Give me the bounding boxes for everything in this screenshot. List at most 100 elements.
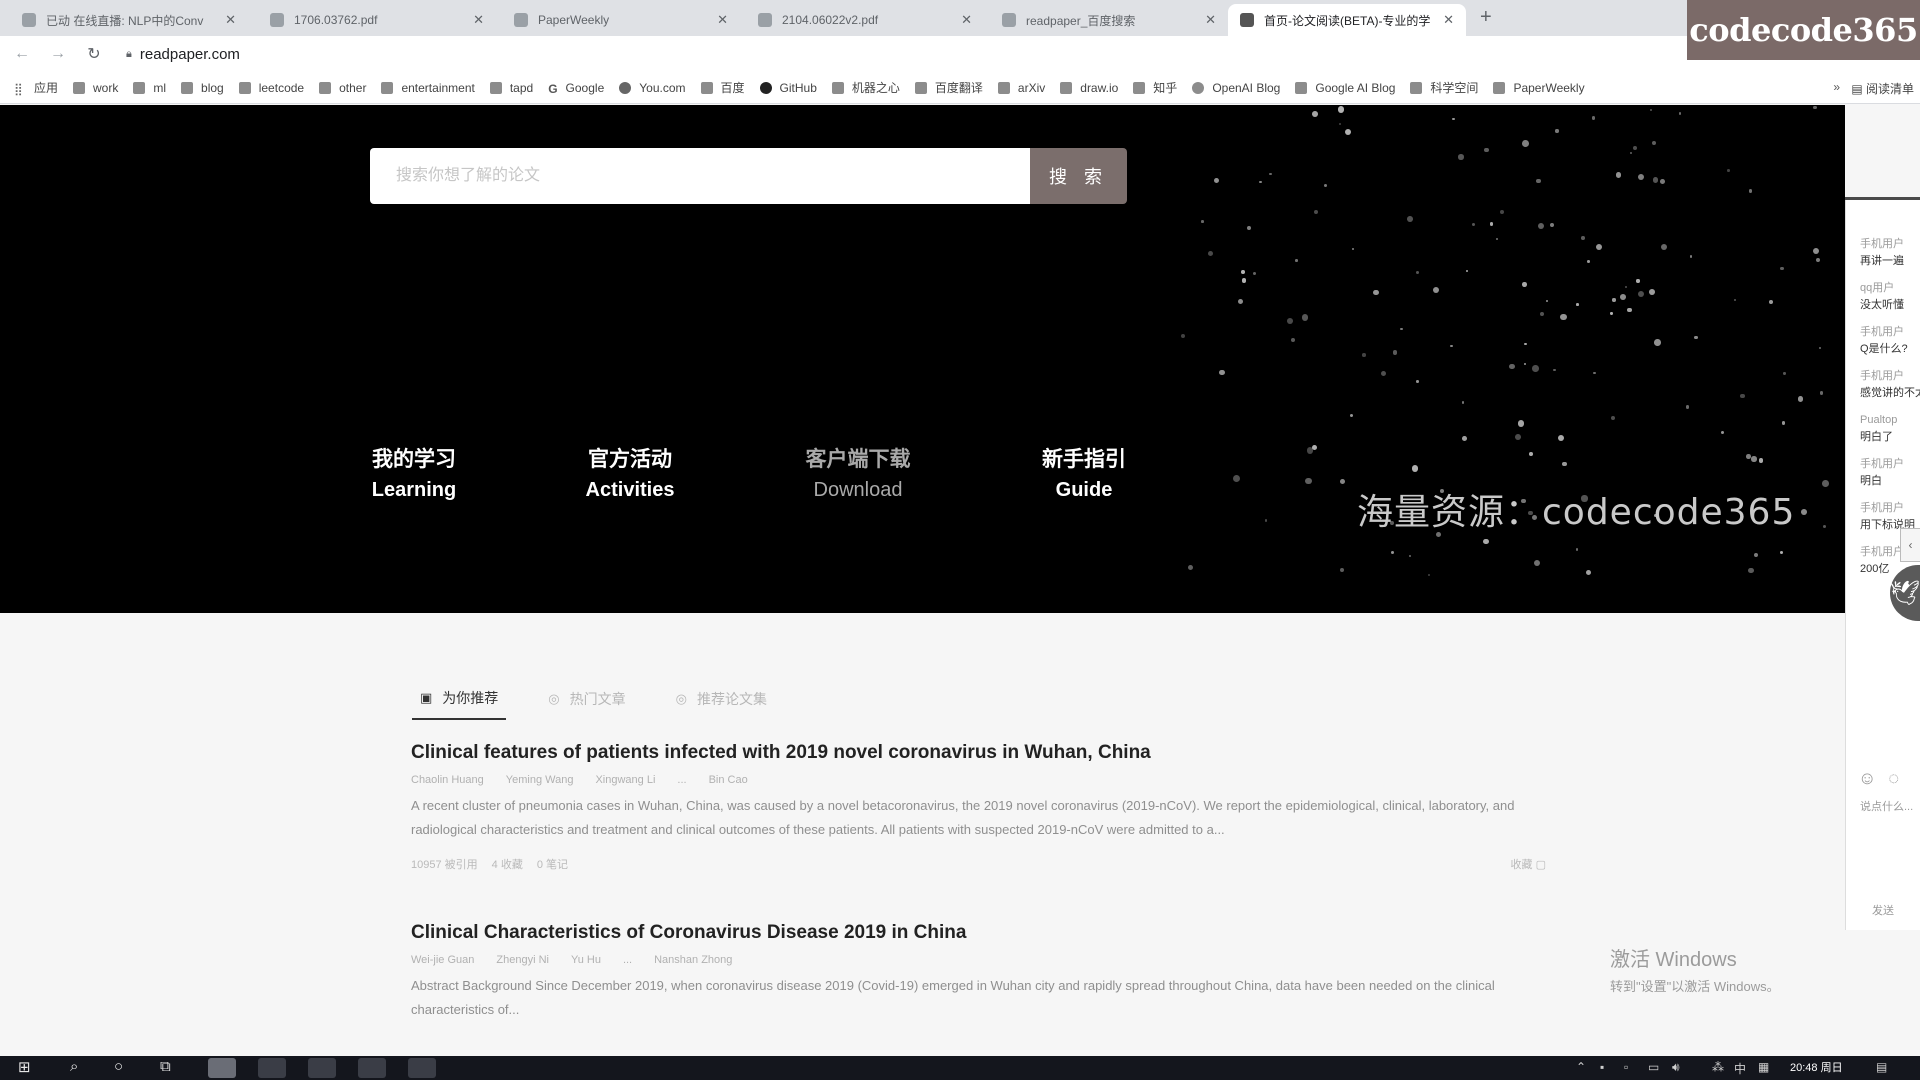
close-icon[interactable]: ✕ — [717, 12, 728, 28]
bookmark-link[interactable]: 百度 — [700, 79, 745, 96]
bookmark-link[interactable]: GitHub — [759, 81, 817, 95]
chrome-taskbar-icon[interactable] — [208, 1058, 236, 1078]
collection-icon: ◎ — [675, 691, 687, 706]
author[interactable]: Xingwang Li — [595, 774, 655, 786]
nav-label-en: Learning — [371, 479, 457, 501]
close-icon[interactable]: ✕ — [1443, 12, 1454, 28]
folder-icon — [489, 81, 502, 94]
bookmark-link[interactable]: G Google — [548, 81, 604, 96]
bookmark-apps[interactable]: ⣿ 应用 — [14, 79, 58, 96]
close-icon[interactable]: ✕ — [225, 12, 236, 28]
browser-tab-6[interactable]: 首页-论文阅读(BETA)-专业的学 ✕ — [1228, 4, 1466, 36]
bookmark-folder[interactable]: leetcode — [238, 81, 304, 95]
tab-recommended[interactable]: ▣ 为你推荐 — [412, 688, 507, 720]
app-taskbar-icon[interactable] — [308, 1058, 336, 1078]
chat-text: Q是什么? — [1860, 343, 1908, 355]
tray-keyboard-icon[interactable]: ▦ — [1758, 1060, 1769, 1074]
wechat-taskbar-icon[interactable] — [258, 1058, 286, 1078]
browser-tab-2[interactable]: 1706.03762.pdf ✕ — [258, 4, 496, 36]
sidebar-toggle[interactable]: ‹ — [1900, 528, 1920, 562]
bookmark-link[interactable]: draw.io — [1060, 81, 1118, 95]
reload-icon[interactable]: ↻ — [80, 44, 108, 64]
author[interactable]: Nanshan Zhong — [654, 954, 732, 966]
lock-icon[interactable]: 🔒︎ — [126, 48, 132, 61]
author[interactable]: Zhengyi Ni — [496, 954, 549, 966]
nav-download[interactable]: 客户端下载 Download — [804, 445, 912, 505]
bookmark-link[interactable]: OpenAI Blog — [1192, 81, 1280, 95]
nav-learning[interactable]: 我的学习 Learning — [370, 445, 458, 505]
reading-list-button[interactable]: ▤ 阅读清单 — [1851, 80, 1914, 97]
comment-icon[interactable]: ◌ — [1888, 768, 1899, 788]
bookmark-link[interactable]: 知乎 — [1133, 79, 1177, 96]
bookmark-folder[interactable]: tapd — [489, 81, 533, 95]
explorer-taskbar-icon[interactable] — [358, 1058, 386, 1078]
close-icon[interactable]: ✕ — [961, 12, 972, 28]
tray-up-icon[interactable]: ⌃ — [1576, 1060, 1586, 1074]
tray-network-icon[interactable]: ▫ — [1624, 1060, 1628, 1074]
nav-guide[interactable]: 新手指引 Guide — [1040, 445, 1128, 505]
search-button[interactable]: 搜 索 — [1030, 148, 1127, 204]
paper-card[interactable]: Clinical features of patients infected w… — [411, 742, 1546, 872]
star-dot — [1651, 140, 1657, 146]
language-indicator[interactable]: 中 — [1734, 1060, 1746, 1077]
search-icon[interactable]: ⌕ — [70, 1058, 78, 1075]
windows-start-icon[interactable]: ⊞ — [18, 1058, 31, 1076]
paper-authors: Chaolin Huang Yeming Wang Xingwang Li ..… — [411, 774, 1546, 786]
tab-collections[interactable]: ◎ 推荐论文集 — [668, 688, 775, 720]
bookmark-link[interactable]: arXiv — [997, 81, 1045, 95]
favorite-button[interactable]: 收藏 — [1511, 859, 1533, 871]
bookmark-folder[interactable]: work — [73, 81, 118, 95]
address-bar[interactable]: readpaper.com — [140, 46, 240, 63]
bookmark-link[interactable]: 机器之心 — [831, 79, 900, 96]
notification-icon[interactable]: ▤ — [1876, 1060, 1887, 1074]
tray-app-icon[interactable]: ▪ — [1600, 1060, 1604, 1074]
tab-popular[interactable]: ◎ 热门文章 — [540, 688, 633, 720]
bookmark-link[interactable]: PaperWeekly — [1493, 81, 1585, 95]
new-tab-button[interactable]: + — [1480, 6, 1492, 29]
author[interactable]: Yu Hu — [571, 954, 601, 966]
back-icon[interactable]: ← — [8, 45, 36, 63]
bookmarks-more-button[interactable]: » — [1833, 80, 1840, 94]
author[interactable]: Bin Cao — [709, 774, 748, 786]
search-box: 搜 索 — [370, 148, 1127, 204]
author[interactable]: Yeming Wang — [506, 774, 574, 786]
chat-input[interactable]: 说点什么... — [1860, 798, 1913, 814]
author[interactable]: Chaolin Huang — [411, 774, 484, 786]
forward-icon[interactable]: → — [44, 45, 72, 63]
app-taskbar-icon[interactable] — [408, 1058, 436, 1078]
browser-tab-4[interactable]: 2104.06022v2.pdf ✕ — [746, 4, 984, 36]
nav-activities[interactable]: 官方活动 Activities — [584, 445, 676, 505]
bookmark-icon[interactable]: ▢ — [1536, 859, 1546, 871]
bookmark-link[interactable]: Google AI Blog — [1295, 81, 1395, 95]
search-input[interactable] — [370, 148, 1030, 204]
volume-icon[interactable]: 🔊︎ — [1672, 1060, 1680, 1075]
bookmark-link[interactable]: 百度翻译 — [914, 79, 983, 96]
author[interactable]: Wei-jie Guan — [411, 954, 474, 966]
task-view-icon[interactable]: ⧉ — [160, 1058, 171, 1075]
emoji-icon[interactable]: ☺ — [1858, 768, 1876, 788]
bookmark-link[interactable]: You.com — [619, 81, 686, 95]
bookmark-link[interactable]: 科学空间 — [1410, 79, 1478, 96]
star-dot — [1241, 278, 1247, 283]
tray-ime-icon[interactable]: ⁂ — [1712, 1060, 1724, 1074]
bookmark-folder[interactable]: blog — [181, 81, 224, 95]
paper-title[interactable]: Clinical features of patients infected w… — [411, 742, 1546, 764]
browser-tab-5[interactable]: readpaper_百度搜索 ✕ — [990, 4, 1228, 36]
paper-title[interactable]: Clinical Characteristics of Coronavirus … — [411, 922, 1546, 944]
paper-card[interactable]: Clinical Characteristics of Coronavirus … — [411, 922, 1546, 1022]
chat-send-button[interactable]: 发送 — [1872, 902, 1894, 918]
bookmark-folder[interactable]: entertainment — [381, 81, 475, 95]
bookmark-folder[interactable]: ml — [133, 81, 166, 95]
cortana-icon[interactable]: ○ — [114, 1058, 123, 1075]
note-count: 0 笔记 — [536, 859, 569, 871]
browser-tab-3[interactable]: PaperWeekly ✕ — [502, 4, 740, 36]
pdf-icon — [270, 13, 284, 27]
star-dot — [1381, 370, 1387, 376]
taskbar-clock[interactable]: 20:48 周日 — [1790, 1059, 1843, 1075]
close-icon[interactable]: ✕ — [473, 12, 484, 28]
bookmark-folder[interactable]: other — [319, 81, 366, 95]
star-dot — [1458, 154, 1464, 160]
browser-tab-1[interactable]: 已动 在线直播: NLP中的Conv ✕ — [10, 4, 248, 36]
close-icon[interactable]: ✕ — [1205, 12, 1216, 28]
tray-display-icon[interactable]: ▭ — [1648, 1060, 1659, 1074]
